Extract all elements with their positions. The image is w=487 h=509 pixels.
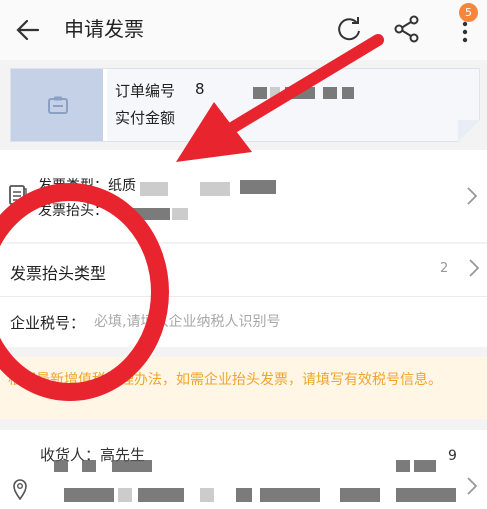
order-info: 订单编号 8 实付金额 [107, 69, 479, 141]
redaction [120, 208, 170, 220]
redaction [207, 113, 223, 127]
refresh-icon[interactable] [335, 14, 363, 44]
invoice-header-label: 发票抬头： [38, 203, 108, 219]
redaction [396, 460, 410, 472]
chevron-right-icon[interactable] [466, 476, 478, 496]
redaction [140, 182, 168, 196]
order-thumbnail [11, 69, 103, 141]
redaction [118, 488, 132, 502]
tax-notice-banner: 根据最新增值税管理办法，如需企业抬头发票，请填写有效税号信息。 [0, 357, 487, 419]
redaction [340, 488, 380, 502]
redaction [414, 460, 436, 472]
redaction [64, 488, 114, 502]
order-number-label: 订单编号 [115, 82, 176, 100]
redaction [396, 488, 456, 502]
tax-notice-text: 根据最新增值税管理办法，如需企业抬头发票，请填写有效税号信息。 [8, 372, 442, 388]
chevron-right-icon[interactable] [468, 258, 480, 278]
chevron-right-icon[interactable] [466, 186, 478, 206]
invoice-type-label: 发票类型：纸质 [38, 178, 136, 194]
invoice-info-row[interactable]: 发票类型：纸质 发票抬头： [0, 150, 487, 242]
paid-amount-label: 实付金额 [115, 109, 176, 127]
page-title: 申请发票 [64, 17, 144, 41]
order-number-value: 8 [195, 80, 205, 98]
tax-number-row: 企业税号： [0, 297, 487, 347]
redaction [285, 87, 315, 99]
redaction [240, 180, 276, 194]
receiver-phone: 9 [448, 448, 457, 464]
redaction [270, 87, 280, 99]
invoice-header-type-label: 发票抬头类型 [10, 264, 107, 283]
redaction [200, 182, 230, 196]
redaction [260, 488, 320, 502]
tax-number-input[interactable] [94, 310, 464, 334]
clipboard-icon [48, 96, 68, 114]
order-card[interactable]: 订单编号 8 实付金额 [10, 68, 480, 142]
document-icon [9, 185, 27, 206]
redaction [82, 460, 96, 472]
notification-badge: 5 [459, 3, 478, 22]
redaction [342, 87, 354, 99]
redaction [200, 488, 214, 502]
redaction [138, 488, 184, 502]
app-header: 申请发票 5 [0, 0, 487, 60]
redaction [112, 460, 152, 472]
redaction [253, 87, 267, 99]
location-pin-icon [13, 479, 27, 500]
redaction [54, 460, 68, 472]
invoice-header-type-value: 2 [440, 261, 449, 276]
share-icon[interactable] [393, 14, 421, 44]
redaction [236, 488, 252, 502]
back-arrow-icon[interactable] [14, 14, 42, 46]
invoice-header-type-row[interactable]: 发票抬头类型 2 [0, 244, 487, 297]
tax-number-label: 企业税号： [10, 314, 86, 332]
redaction [323, 87, 337, 99]
redaction [172, 208, 188, 220]
page-fold [458, 120, 480, 142]
receiver-address-row[interactable]: 收货人：高先生 9 [0, 430, 487, 509]
